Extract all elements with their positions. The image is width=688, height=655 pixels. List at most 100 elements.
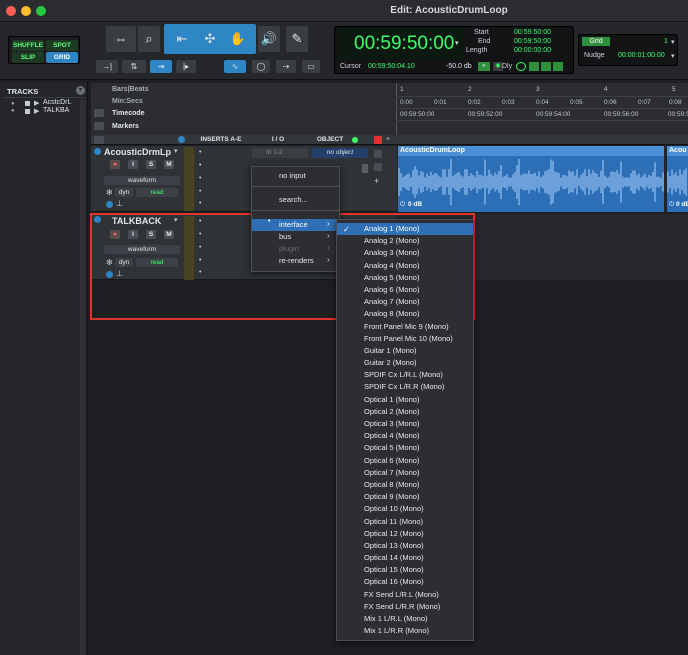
submenu-item[interactable]: Analog 8 (Mono) — [337, 308, 473, 320]
submenu-item[interactable]: Optical 14 (Mono) — [337, 552, 473, 564]
object-selector[interactable]: no object — [312, 148, 368, 158]
submenu-item[interactable]: Mix 1 L/R.R (Mono) — [337, 625, 473, 637]
track-name[interactable]: AcousticDrmLp — [104, 147, 171, 157]
object-pan-icon[interactable] — [374, 163, 382, 171]
window-config-icon[interactable]: ▭ — [302, 60, 320, 73]
automation-mode-select[interactable]: read — [136, 188, 178, 197]
scrubber-tool-icon[interactable]: 🔊 — [258, 26, 280, 52]
tab-to-transients-icon[interactable]: →| — [96, 60, 118, 73]
submenu-item[interactable]: Optical 1 (Mono) — [337, 394, 473, 406]
min-secs-ruler-label[interactable]: Min:Secs — [112, 98, 143, 105]
submenu-item[interactable]: SPDIF Cx L/R.L (Mono) — [337, 369, 473, 381]
input-selector[interactable]: In 1-2 — [252, 148, 308, 158]
start-value[interactable]: 00:59:50:00 — [514, 29, 551, 36]
submenu-item[interactable]: Optical 15 (Mono) — [337, 564, 473, 576]
submenu-item[interactable]: Analog 6 (Mono) — [337, 284, 473, 296]
dyn-toggle[interactable]: dyn — [115, 188, 133, 197]
submenu-item[interactable]: SPDIF Cx L/R.R (Mono) — [337, 381, 473, 393]
timebase-icon[interactable] — [106, 201, 113, 208]
automation-follows-icon[interactable]: ∿ — [224, 60, 246, 73]
submenu-item[interactable]: Optical 4 (Mono) — [337, 430, 473, 442]
submenu-item[interactable]: Analog 1 (Mono) — [337, 223, 473, 236]
clip-gain-value[interactable]: 0 dB — [408, 201, 422, 208]
insert-slot[interactable]: • — [199, 149, 201, 156]
grid-mode-button[interactable]: GRID — [46, 52, 78, 63]
submenu-item[interactable]: Optical 12 (Mono) — [337, 528, 473, 540]
grid-value[interactable]: 1 — [664, 38, 668, 45]
track-show-icon[interactable]: ● — [11, 101, 15, 107]
edit-window-view-icon[interactable] — [94, 136, 104, 144]
timecode-ruler-label[interactable]: Timecode — [112, 110, 145, 117]
menu-item-search[interactable]: search... — [252, 194, 339, 206]
submenu-item[interactable]: Analog 3 (Mono) — [337, 247, 473, 259]
solo-button[interactable]: S — [146, 160, 156, 169]
submenu-item[interactable]: Front Panel Mic 10 (Mono) — [337, 333, 473, 345]
submenu-item[interactable]: Mix 1 L/R.L (Mono) — [337, 613, 473, 625]
insert-slot[interactable]: • — [199, 200, 201, 207]
o-indicator-icon[interactable] — [553, 62, 563, 71]
input-monitor-button[interactable]: I — [128, 160, 138, 169]
m-indicator-icon[interactable] — [529, 62, 539, 71]
track-expand-icon[interactable]: ▶ — [34, 107, 39, 115]
add-lane-icon[interactable]: + — [374, 176, 379, 186]
plus-icon[interactable]: + — [386, 136, 390, 143]
track-show-icon[interactable]: ● — [11, 108, 15, 114]
markers-ruler-label[interactable]: Markers — [112, 123, 139, 130]
submenu-item[interactable]: Optical 13 (Mono) — [337, 540, 473, 552]
submenu-item[interactable]: Analog 2 (Mono) — [337, 235, 473, 247]
selector-tool-icon[interactable]: ✣ — [198, 26, 222, 52]
submenu-item[interactable]: Optical 2 (Mono) — [337, 406, 473, 418]
tracks-menu-icon[interactable]: ▾ — [76, 86, 85, 95]
track-list-item[interactable]: AcstcDrL — [43, 99, 71, 106]
loop-icon[interactable] — [516, 62, 526, 71]
menu-item-bus[interactable]: bus — [252, 231, 339, 243]
output-panner[interactable] — [362, 164, 368, 173]
link-timeline-icon[interactable]: ⇅ — [122, 60, 146, 73]
object-link-icon[interactable] — [374, 150, 382, 158]
counter-menu-icon[interactable]: ▾ — [455, 39, 459, 47]
sidebar-scrollbar[interactable] — [80, 100, 85, 655]
submenu-item[interactable]: Guitar 1 (Mono) — [337, 345, 473, 357]
submenu-item[interactable]: Optical 6 (Mono) — [337, 455, 473, 467]
zoom-toggle-icon[interactable]: ⇔ — [106, 26, 136, 52]
mute-clip-icon[interactable]: ◯ — [252, 60, 270, 73]
shuffle-mode-button[interactable]: SHUFFLE — [12, 40, 44, 51]
submenu-item[interactable]: Analog 4 (Mono) — [337, 260, 473, 272]
submenu-item[interactable]: Optical 16 (Mono) — [337, 576, 473, 588]
submenu-item[interactable]: Optical 7 (Mono) — [337, 467, 473, 479]
insert-slot[interactable]: • — [199, 175, 201, 182]
heal-icon[interactable]: ⇢ — [276, 60, 296, 73]
track-expand-icon[interactable]: ▶ — [34, 99, 39, 107]
submenu-item[interactable]: Optical 8 (Mono) — [337, 479, 473, 491]
submenu-item[interactable]: FX Send L/R.R (Mono) — [337, 601, 473, 613]
insertion-follows-icon[interactable]: |▸ — [176, 60, 196, 73]
slip-mode-button[interactable]: SLIP — [12, 52, 44, 63]
audio-clip[interactable] — [398, 146, 664, 212]
object-column-header[interactable]: OBJECT — [312, 136, 348, 143]
track-select-icon[interactable] — [94, 148, 101, 155]
spot-mode-button[interactable]: SPOT — [46, 40, 78, 51]
submenu-item[interactable]: Optical 10 (Mono) — [337, 503, 473, 515]
submenu-item[interactable]: Front Panel Mic 9 (Mono) — [337, 321, 473, 333]
mute-button[interactable]: M — [164, 160, 174, 169]
submenu-item[interactable]: FX Send L/R.L (Mono) — [337, 589, 473, 601]
submenu-item[interactable]: Optical 9 (Mono) — [337, 491, 473, 503]
end-value[interactable]: 00:59:50:00 — [514, 38, 551, 45]
track-menu-icon[interactable]: ▾ — [174, 147, 178, 155]
grid-label[interactable]: Grid — [582, 37, 610, 46]
nudge-value[interactable]: 00:00:01:00.00 — [618, 52, 665, 59]
inserts-column-header[interactable]: INSERTS A-E — [196, 136, 246, 143]
track-view-select[interactable]: waveform — [104, 176, 180, 185]
pencil-tool-icon[interactable]: ✎ — [286, 26, 308, 52]
delay-compensation-icon[interactable]: ≡ — [478, 62, 490, 71]
clip-gain-value-2[interactable]: 0 dB — [676, 201, 688, 208]
io-column-header[interactable]: I / O — [258, 136, 298, 143]
bars-beats-ruler-label[interactable]: Bars|Beats — [112, 86, 149, 93]
link-track-edit-icon[interactable]: ⇥ — [150, 60, 172, 73]
length-value[interactable]: 00:00:00:00 — [514, 47, 551, 54]
menu-item-no-input[interactable]: no input — [252, 170, 339, 182]
submenu-item[interactable]: Optical 11 (Mono) — [337, 516, 473, 528]
playlist-icon[interactable]: ⊥ — [116, 199, 123, 208]
grid-menu-icon[interactable]: ▾ — [671, 38, 675, 46]
trim-tool-icon[interactable]: ⇤ — [168, 26, 196, 52]
